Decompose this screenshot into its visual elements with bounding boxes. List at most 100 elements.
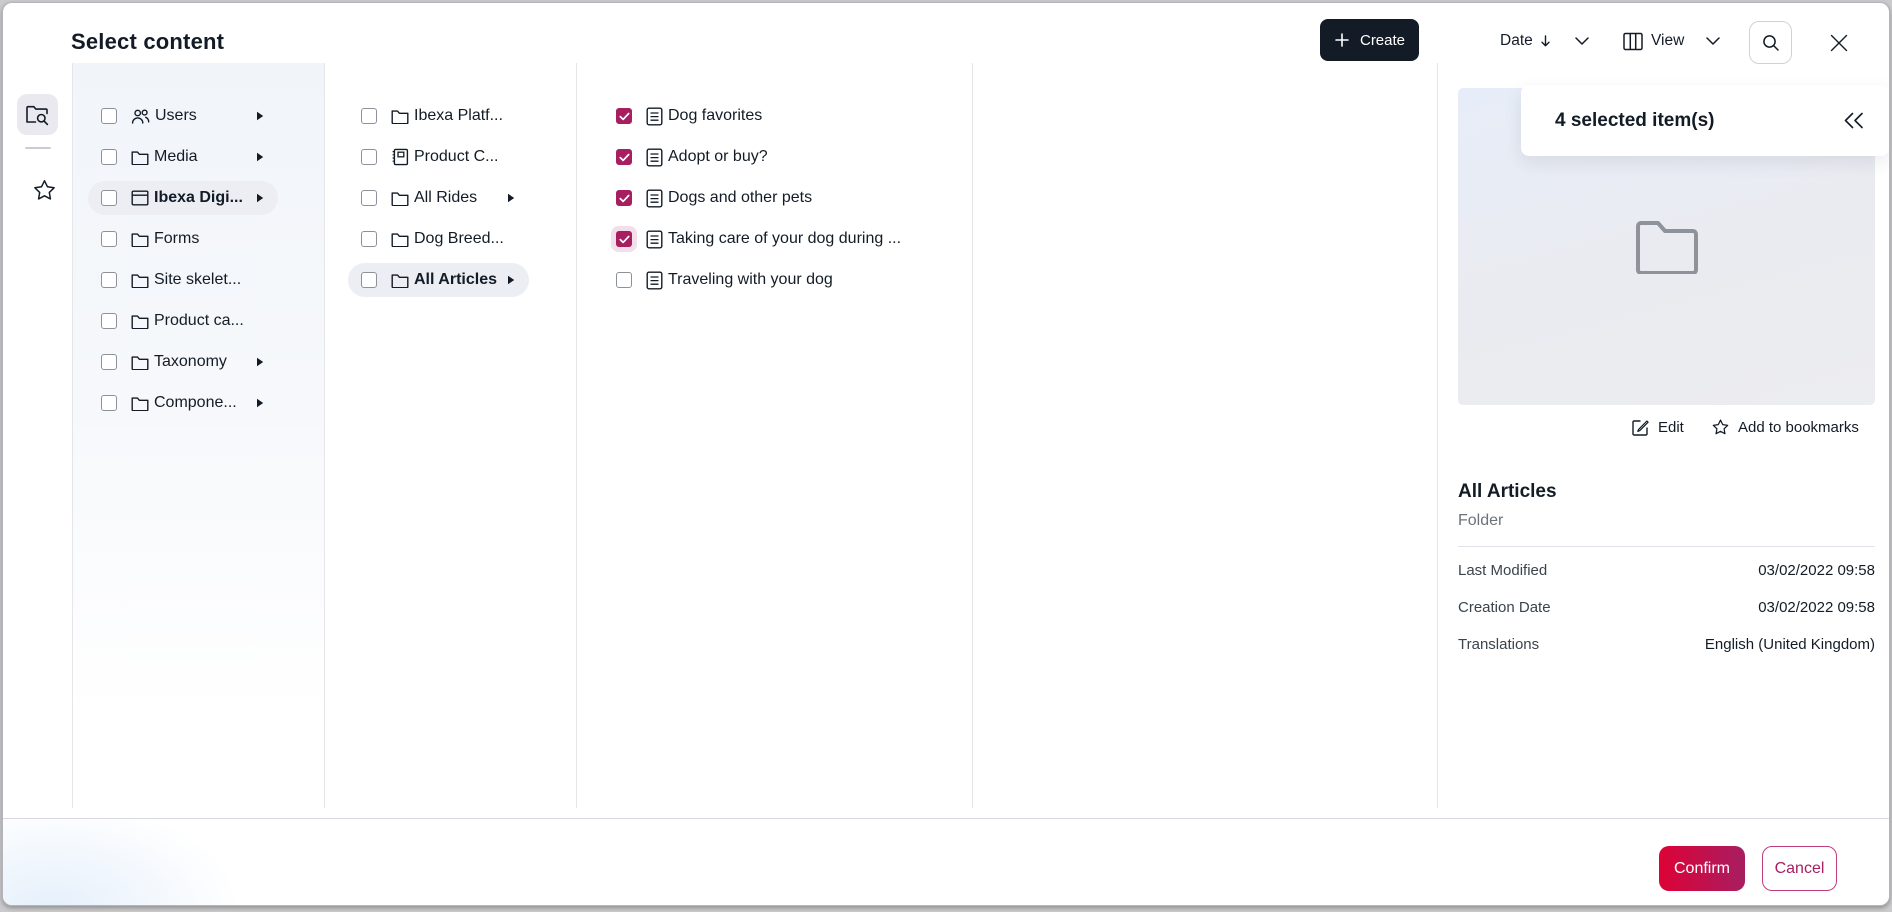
checkbox-unchecked[interactable]: [361, 272, 377, 288]
tree-item-site-skelet[interactable]: Site skelet...: [88, 263, 278, 297]
caret-right-icon[interactable]: [256, 357, 264, 367]
sidebar-item-browse[interactable]: [17, 94, 58, 135]
cancel-button[interactable]: Cancel: [1762, 846, 1837, 891]
select-content-modal: Select content Create Date View Users Med…: [2, 2, 1890, 906]
item-details: Last Modified 03/02/2022 09:58 Creation Da…: [1458, 559, 1875, 670]
sort-dropdown[interactable]: Date: [1500, 3, 1551, 79]
chevron-down-icon: [1575, 37, 1589, 45]
checkbox-unchecked[interactable]: [101, 272, 117, 288]
star-icon: [1711, 418, 1730, 436]
item-label: Site skelet...: [154, 271, 241, 289]
users-icon: [131, 108, 150, 125]
create-button-label: Create: [1360, 32, 1405, 49]
tree-item-users[interactable]: Users: [88, 99, 278, 133]
checkbox-unchecked[interactable]: [101, 231, 117, 247]
view-chevron[interactable]: [1706, 3, 1720, 79]
caret-right-icon[interactable]: [256, 111, 264, 121]
checkbox-unchecked[interactable]: [101, 354, 117, 370]
tree-item-ibexa-platf[interactable]: Ibexa Platf...: [348, 99, 529, 133]
sort-chevron[interactable]: [1575, 3, 1589, 79]
edit-button[interactable]: Edit: [1631, 418, 1684, 437]
folder-icon: [131, 150, 149, 165]
tree-item-dogs-and-other-pets[interactable]: Dogs and other pets: [603, 181, 963, 215]
columns-view-icon: [1623, 32, 1643, 51]
confirm-button[interactable]: Confirm: [1659, 846, 1745, 891]
page-title: Select content: [71, 29, 224, 55]
tree-item-taking-care-of-your-dog-during[interactable]: Taking care of your dog during ...: [603, 222, 963, 256]
detail-value: 03/02/2022 09:58: [1758, 562, 1875, 579]
checkbox-unchecked[interactable]: [361, 231, 377, 247]
tree-item-all-rides[interactable]: All Rides: [348, 181, 529, 215]
view-dropdown[interactable]: View: [1623, 3, 1684, 79]
checkbox-unchecked[interactable]: [361, 149, 377, 165]
catalog-icon: [391, 148, 409, 166]
checkbox-unchecked[interactable]: [101, 190, 117, 206]
chevron-down-icon: [1706, 37, 1720, 45]
sidebar-item-bookmarks[interactable]: [24, 169, 65, 210]
checkbox-unchecked[interactable]: [361, 108, 377, 124]
caret-right-icon[interactable]: [256, 152, 264, 162]
create-button[interactable]: Create: [1320, 19, 1419, 61]
caret-right-icon[interactable]: [507, 275, 515, 285]
search-icon: [1761, 33, 1781, 53]
tree-item-forms[interactable]: Forms: [88, 222, 278, 256]
detail-value: English (United Kingdom): [1705, 636, 1875, 653]
tree-item-media[interactable]: Media: [88, 140, 278, 174]
detail-label: Last Modified: [1458, 562, 1547, 579]
add-to-bookmarks-button[interactable]: Add to bookmarks: [1711, 418, 1859, 436]
close-button[interactable]: [1826, 30, 1852, 56]
caret-right-icon[interactable]: [256, 398, 264, 408]
item-type: Folder: [1458, 512, 1503, 530]
item-label: Forms: [154, 230, 199, 248]
selection-summary-card: 4 selected item(s): [1521, 85, 1889, 156]
tree-item-traveling-with-your-dog[interactable]: Traveling with your dog: [603, 263, 963, 297]
folder-icon: [391, 232, 409, 247]
tree-item-product-ca[interactable]: Product ca...: [88, 304, 278, 338]
tree-item-dog-favorites[interactable]: Dog favorites: [603, 99, 963, 133]
add-to-bookmarks-label: Add to bookmarks: [1738, 419, 1859, 436]
tree-item-taxonomy[interactable]: Taxonomy: [88, 345, 278, 379]
caret-right-icon[interactable]: [507, 193, 515, 203]
tree-item-ibexa-digi[interactable]: Ibexa Digi...: [88, 181, 278, 215]
tree-item-dog-breed[interactable]: Dog Breed...: [348, 222, 529, 256]
tree-item-product-c[interactable]: Product C...: [348, 140, 529, 174]
item-label: Product C...: [414, 148, 498, 166]
checkbox-unchecked[interactable]: [101, 313, 117, 329]
search-button[interactable]: [1749, 21, 1792, 64]
folder-icon: [131, 232, 149, 247]
tree-column-1: Users Media Ibexa Digi... Forms Site skelet.…: [88, 99, 278, 427]
edit-label: Edit: [1658, 419, 1684, 436]
selected-count: 4 selected item(s): [1555, 110, 1714, 132]
item-label: Taking care of your dog during ...: [668, 230, 901, 248]
detail-row-translations: TranslationsEnglish (United Kingdom): [1458, 633, 1875, 655]
checkbox-checked[interactable]: [616, 231, 632, 247]
view-label: View: [1651, 32, 1684, 50]
folder-icon: [391, 273, 409, 288]
checkbox-unchecked[interactable]: [101, 149, 117, 165]
column-divider: [1437, 63, 1438, 808]
tree-item-all-articles[interactable]: All Articles: [348, 263, 529, 297]
item-label: Ibexa Digi...: [154, 189, 243, 207]
tree-column-3: Dog favorites Adopt or buy? Dogs and other…: [603, 99, 963, 304]
detail-row-creation-date: Creation Date03/02/2022 09:58: [1458, 596, 1875, 618]
folder-icon: [131, 314, 149, 329]
item-label: Adopt or buy?: [668, 148, 768, 166]
collapse-panel-icon[interactable]: [1842, 111, 1865, 130]
checkbox-unchecked[interactable]: [101, 395, 117, 411]
article-icon: [646, 107, 663, 126]
detail-label: Creation Date: [1458, 599, 1551, 616]
checkbox-unchecked[interactable]: [361, 190, 377, 206]
item-label: Compone...: [154, 394, 237, 412]
checkbox-checked[interactable]: [616, 108, 632, 124]
tree-item-compone[interactable]: Compone...: [88, 386, 278, 420]
checkbox-unchecked[interactable]: [101, 108, 117, 124]
item-label: Dog Breed...: [414, 230, 504, 248]
tree-item-adopt-or-buy[interactable]: Adopt or buy?: [603, 140, 963, 174]
checkbox-checked[interactable]: [616, 190, 632, 206]
item-label: Dog favorites: [668, 107, 762, 125]
folder-icon: [131, 396, 149, 411]
checkbox-checked[interactable]: [616, 149, 632, 165]
sort-descending-icon: [1540, 34, 1551, 48]
caret-right-icon[interactable]: [256, 193, 264, 203]
checkbox-unchecked[interactable]: [616, 272, 632, 288]
